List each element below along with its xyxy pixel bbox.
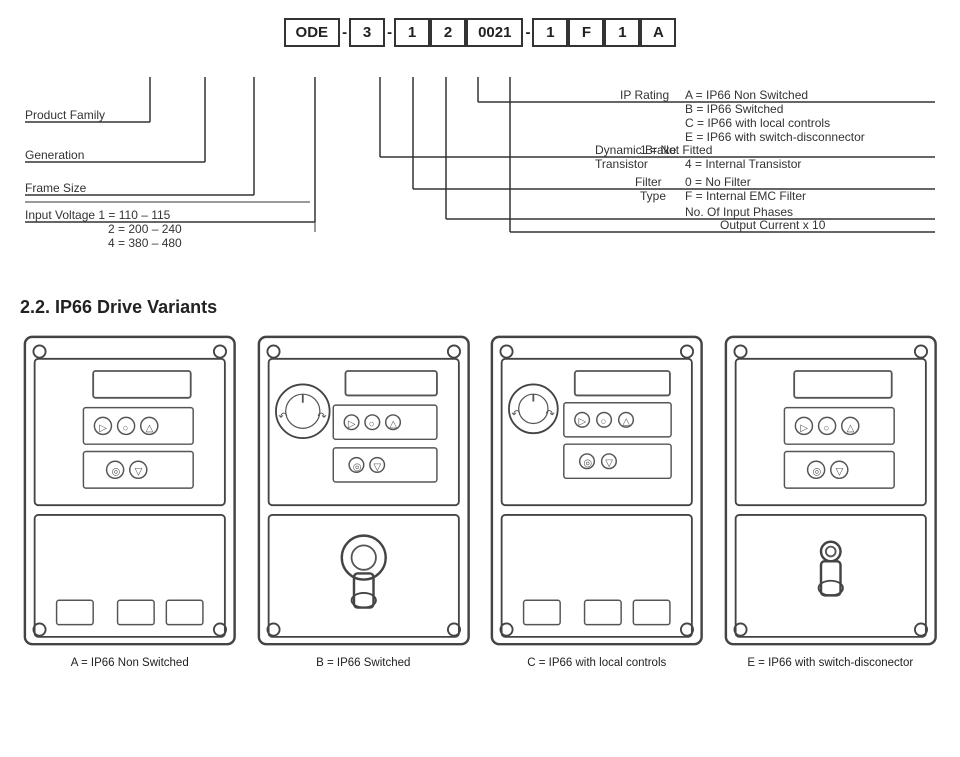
part-number-boxes: ODE - 3 - 1 2 0021 - 1 F 1 A bbox=[20, 10, 940, 47]
svg-text:▽: ▽ bbox=[835, 467, 843, 478]
svg-text:▽: ▽ bbox=[135, 467, 143, 478]
section-heading: 2.2. IP66 Drive Variants bbox=[20, 297, 940, 318]
svg-text:▽: ▽ bbox=[373, 462, 381, 473]
pn-inp1: 1 bbox=[532, 18, 568, 47]
svg-text:○: ○ bbox=[122, 423, 128, 434]
svg-text:Input Voltage 1 = 110 – 115: Input Voltage 1 = 110 – 115 bbox=[25, 208, 171, 222]
drive-card-e: ▷ ○ △ ◎ ▽ E = IP66 with switch-disconect… bbox=[721, 332, 941, 669]
svg-text:↶: ↶ bbox=[278, 411, 287, 423]
pn-1b: 1 bbox=[604, 18, 640, 47]
svg-text:A = IP66 Non Switched: A = IP66 Non Switched bbox=[685, 88, 808, 102]
drive-card-b: ↶ ↷ ▷ ○ △ ◎ ▽ B = IP66 Switch bbox=[254, 332, 474, 669]
svg-text:▷: ▷ bbox=[800, 423, 808, 434]
svg-text:△: △ bbox=[846, 423, 854, 434]
svg-text:◎: ◎ bbox=[583, 458, 592, 469]
svg-text:No. Of Input Phases: No. Of Input Phases bbox=[685, 205, 793, 219]
svg-text:F = Internal EMC Filter: F = Internal EMC Filter bbox=[685, 189, 806, 203]
variant-b-label: B = IP66 Switched bbox=[316, 657, 410, 669]
svg-text:◎: ◎ bbox=[111, 467, 120, 478]
svg-text:○: ○ bbox=[600, 417, 606, 428]
svg-text:1 = Not Fitted: 1 = Not Fitted bbox=[640, 143, 712, 157]
svg-text:△: △ bbox=[146, 423, 154, 434]
pn-sep2: - bbox=[385, 24, 394, 41]
pn-F: F bbox=[568, 18, 604, 47]
svg-text:B = IP66 Switched: B = IP66 Switched bbox=[685, 102, 783, 116]
svg-text:Transistor: Transistor bbox=[595, 157, 648, 171]
variant-a-label: A = IP66 Non Switched bbox=[71, 657, 189, 669]
pn-2: 2 bbox=[430, 18, 466, 47]
svg-text:4 = 380 – 480: 4 = 380 – 480 bbox=[108, 236, 182, 250]
drive-illustration-a: ▷ ○ △ ◎ ▽ bbox=[20, 332, 240, 649]
drive-variants: ▷ ○ △ ◎ ▽ A = IP66 Non Switched bbox=[20, 332, 940, 669]
svg-text:▷: ▷ bbox=[578, 417, 586, 428]
variant-e-label: E = IP66 with switch-disconector bbox=[747, 657, 913, 669]
svg-text:◎: ◎ bbox=[352, 462, 361, 473]
svg-text:↷: ↷ bbox=[546, 408, 555, 420]
svg-text:Output Current x 10: Output Current x 10 bbox=[720, 218, 826, 232]
svg-text:○: ○ bbox=[368, 419, 374, 430]
svg-text:4 = Internal Transistor: 4 = Internal Transistor bbox=[685, 157, 801, 171]
pn-sep1: - bbox=[340, 24, 349, 41]
svg-text:E = IP66 with switch-disconnec: E = IP66 with switch-disconnector bbox=[685, 130, 865, 144]
pn-0021: 0021 bbox=[466, 18, 523, 47]
svg-text:△: △ bbox=[622, 417, 630, 428]
svg-text:Generation: Generation bbox=[25, 148, 84, 162]
pn-1: 1 bbox=[394, 18, 430, 47]
svg-text:▷: ▷ bbox=[347, 419, 355, 430]
pn-A: A bbox=[640, 18, 676, 47]
svg-text:Product Family: Product Family bbox=[25, 108, 105, 122]
diagram-svg: Product Family Generation Frame Size Inp… bbox=[20, 47, 940, 277]
svg-text:▽: ▽ bbox=[605, 458, 613, 469]
svg-text:C = IP66 with local controls: C = IP66 with local controls bbox=[685, 116, 830, 130]
svg-text:◎: ◎ bbox=[812, 467, 821, 478]
svg-text:Frame Size: Frame Size bbox=[25, 181, 87, 195]
pn-3: 3 bbox=[349, 18, 385, 47]
svg-text:↶: ↶ bbox=[511, 408, 520, 420]
drive-illustration-e: ▷ ○ △ ◎ ▽ bbox=[721, 332, 941, 649]
svg-text:↷: ↷ bbox=[317, 411, 326, 423]
drive-illustration-b: ↶ ↷ ▷ ○ △ ◎ ▽ bbox=[254, 332, 474, 649]
svg-text:△: △ bbox=[389, 419, 397, 430]
drive-card-a: ▷ ○ △ ◎ ▽ A = IP66 Non Switched bbox=[20, 332, 240, 669]
drive-card-c: ↶ ↷ ▷ ○ △ ◎ ▽ C = IP66 with local contro… bbox=[487, 332, 707, 669]
svg-text:0 = No Filter: 0 = No Filter bbox=[685, 175, 751, 189]
pn-sep3: - bbox=[523, 24, 532, 41]
svg-text:○: ○ bbox=[823, 423, 829, 434]
svg-text:2 = 200 – 240: 2 = 200 – 240 bbox=[108, 222, 182, 236]
svg-text:Type: Type bbox=[640, 189, 666, 203]
variant-c-label: C = IP66 with local controls bbox=[527, 657, 666, 669]
svg-text:Filter: Filter bbox=[635, 175, 662, 189]
drive-illustration-c: ↶ ↷ ▷ ○ △ ◎ ▽ bbox=[487, 332, 707, 649]
svg-text:IP Rating: IP Rating bbox=[620, 88, 669, 102]
part-number-section: ODE - 3 - 1 2 0021 - 1 F 1 A Product Fam… bbox=[20, 10, 940, 277]
pn-ode: ODE bbox=[284, 18, 341, 47]
svg-text:▷: ▷ bbox=[99, 423, 107, 434]
